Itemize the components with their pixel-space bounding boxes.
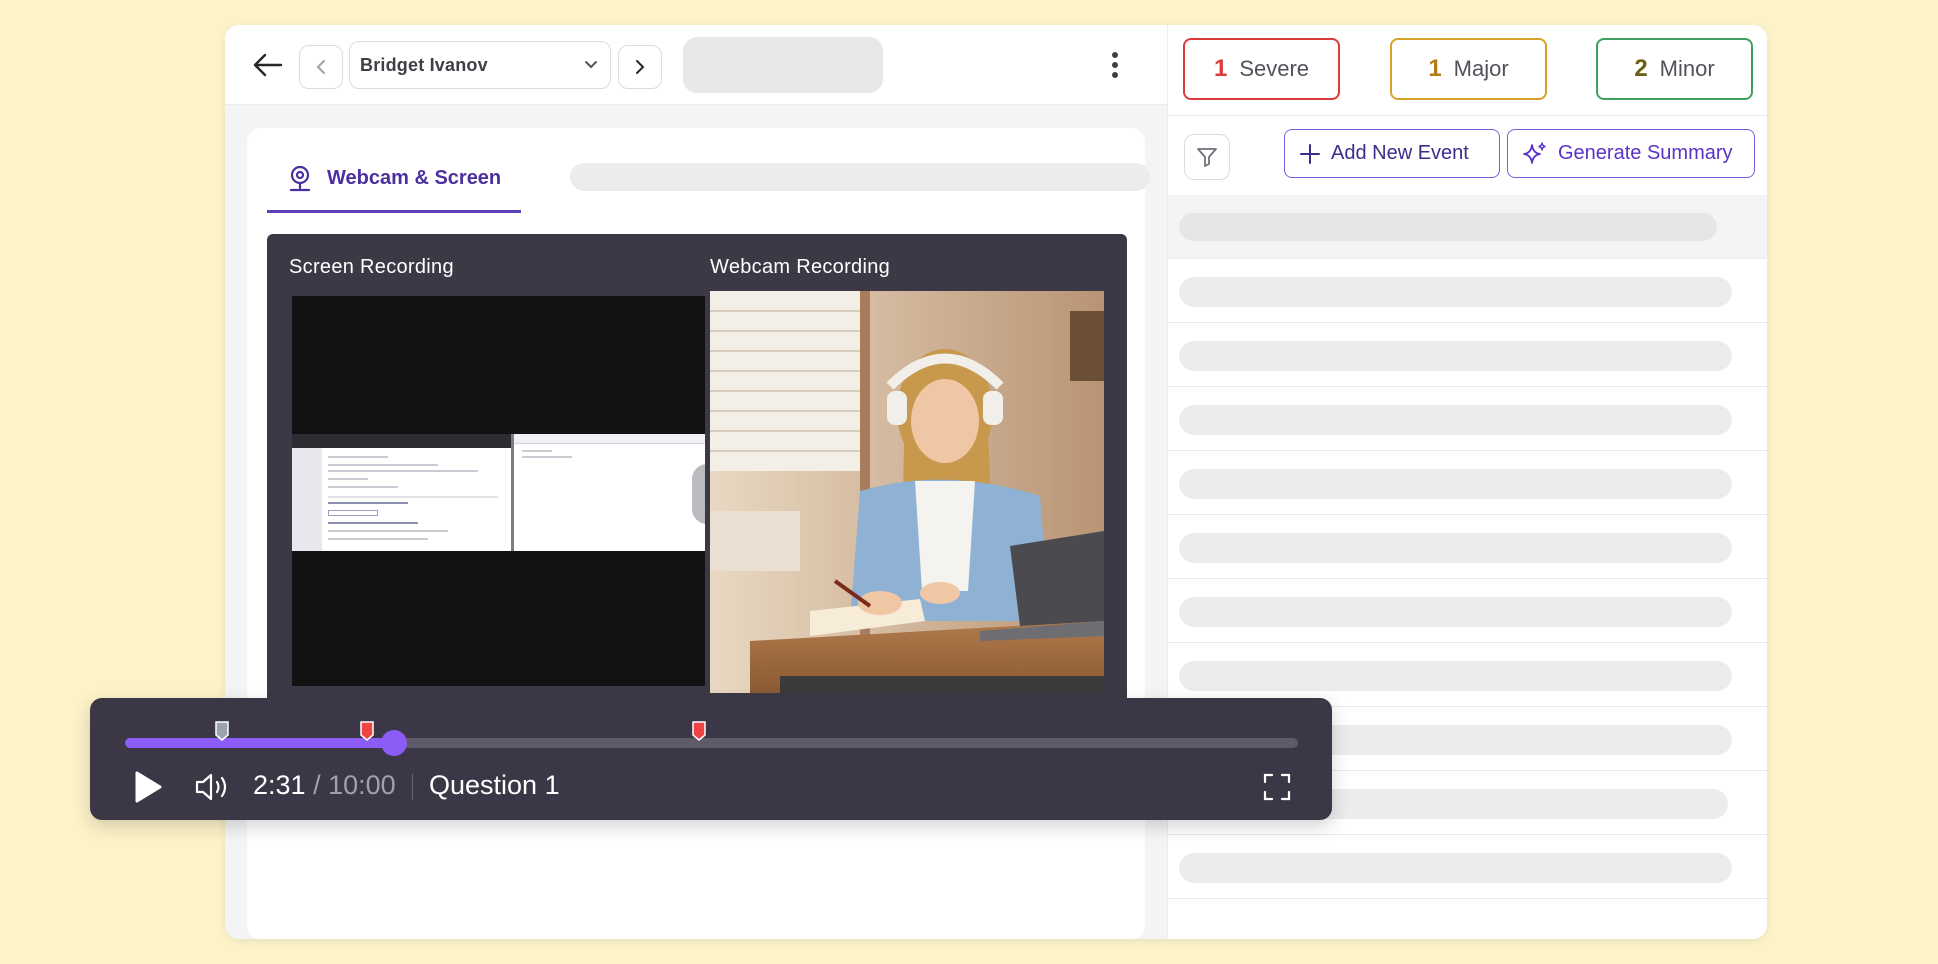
severity-filter-minor[interactable]: 2 Minor (1596, 38, 1753, 100)
webcam-frame-image (710, 291, 1104, 693)
filter-icon (1197, 148, 1217, 167)
next-candidate-button[interactable] (618, 45, 662, 89)
playback-controls: 2:31 / 10:00 Question 1 (90, 698, 1332, 820)
back-button[interactable] (250, 47, 286, 83)
list-item (1168, 323, 1767, 387)
list-item (1168, 387, 1767, 451)
sparkle-icon (1523, 141, 1546, 164)
play-button[interactable] (132, 770, 164, 804)
chevron-left-icon (316, 60, 325, 74)
question-label: Question 1 (429, 770, 560, 800)
list-item (1168, 579, 1767, 643)
list-item (1168, 451, 1767, 515)
volume-icon (195, 773, 227, 801)
duration: 10:00 (328, 770, 396, 800)
minor-count: 2 (1634, 55, 1648, 82)
generate-summary-button[interactable]: Generate Summary (1507, 129, 1755, 178)
major-count: 1 (1428, 55, 1442, 82)
webcam-recording-label: Webcam Recording (710, 256, 891, 278)
severe-count: 1 (1213, 55, 1228, 82)
screen-recording-video[interactable] (292, 296, 705, 686)
volume-button[interactable] (194, 771, 230, 803)
seek-bar[interactable] (125, 721, 1298, 756)
add-new-event-label: Add New Event (1331, 142, 1469, 164)
kebab-menu-icon[interactable] (1105, 49, 1125, 81)
previous-candidate-button[interactable] (299, 45, 343, 89)
current-time: 2:31 (253, 770, 306, 800)
list-item (1168, 195, 1767, 259)
top-bar: Bridget Ivanov (225, 25, 1167, 105)
tab-webcam-screen[interactable]: Webcam & Screen (267, 146, 521, 213)
generate-summary-label: Generate Summary (1558, 142, 1733, 164)
webcam-icon (289, 165, 311, 192)
arrow-left-icon (253, 53, 283, 77)
minor-label: Minor (1659, 56, 1715, 81)
severe-label: Severe (1239, 56, 1310, 81)
event-marker[interactable] (215, 721, 230, 741)
events-toolbar: Add New Event Generate Summary (1168, 115, 1767, 195)
event-marker[interactable] (359, 721, 374, 741)
play-icon (135, 771, 162, 803)
loading-placeholder (683, 37, 883, 93)
tab-label: Webcam & Screen (327, 166, 502, 189)
chevron-down-icon (585, 61, 597, 69)
webcam-recording-video[interactable] (710, 291, 1104, 693)
major-label: Major (1453, 56, 1509, 81)
candidate-select[interactable]: Bridget Ivanov (349, 41, 611, 89)
list-item (1168, 259, 1767, 323)
event-marker[interactable] (691, 721, 706, 741)
plus-icon (1300, 143, 1320, 164)
chevron-right-icon (636, 60, 645, 74)
loading-placeholder (570, 163, 1150, 191)
time-display: 2:31 / 10:00 (253, 770, 396, 801)
filter-button[interactable] (1184, 134, 1230, 180)
candidate-name: Bridget Ivanov (360, 54, 488, 75)
time-separator: / (305, 770, 329, 800)
screen-capture-image (292, 434, 705, 551)
fullscreen-button[interactable] (1262, 772, 1292, 802)
seek-bar-progress (125, 738, 394, 748)
severity-filter-severe[interactable]: 1 Severe (1183, 38, 1340, 100)
video-player: Screen Recording Webcam Recording (267, 234, 1127, 714)
list-item (1168, 835, 1767, 899)
list-item (1168, 515, 1767, 579)
severity-filter-major[interactable]: 1 Major (1390, 38, 1547, 100)
divider (412, 774, 413, 800)
seek-handle[interactable] (380, 730, 407, 756)
screen-recording-label: Screen Recording (289, 256, 454, 278)
add-new-event-button[interactable]: Add New Event (1284, 129, 1500, 178)
fullscreen-icon (1263, 773, 1291, 801)
